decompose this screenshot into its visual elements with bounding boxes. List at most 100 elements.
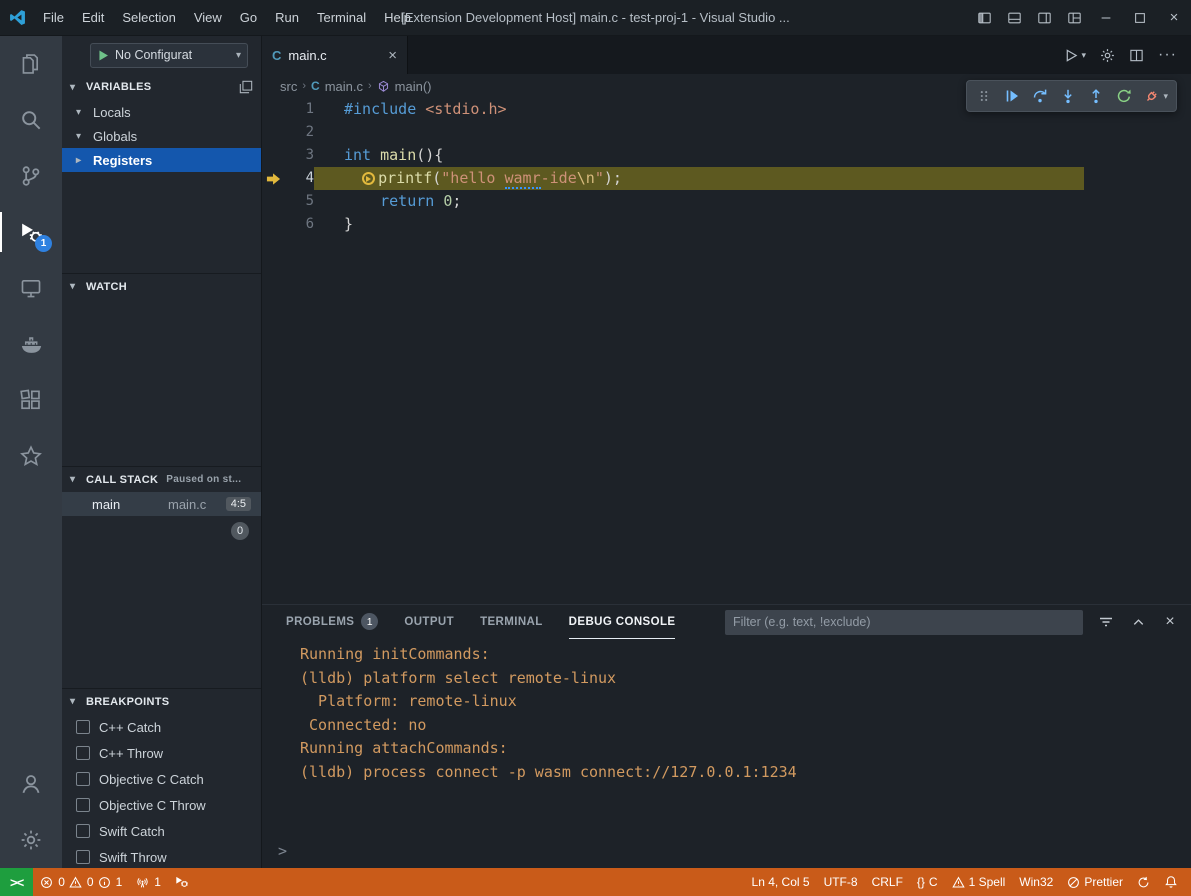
breakpoint-item[interactable]: Swift Catch <box>62 818 261 844</box>
continue-button[interactable] <box>999 83 1025 109</box>
disconnect-button[interactable] <box>1139 83 1165 109</box>
drag-handle-icon[interactable] <box>971 83 997 109</box>
formatter-status[interactable]: Prettier <box>1060 875 1130 889</box>
panel-tab-problems[interactable]: PROBLEMS1 <box>286 605 378 639</box>
menu-view[interactable]: View <box>185 0 231 36</box>
breadcrumb-file[interactable]: main.c <box>325 79 363 94</box>
breakpoint-checkbox[interactable] <box>76 824 90 838</box>
cursor-position[interactable]: Ln 4, Col 5 <box>745 875 817 889</box>
sync-status[interactable] <box>1130 876 1157 889</box>
variables-item-globals[interactable]: ▾Globals <box>62 124 261 148</box>
panel-tab-debug-console[interactable]: DEBUG CONSOLE <box>569 605 676 639</box>
breakpoint-checkbox[interactable] <box>76 850 90 864</box>
code-line-2[interactable]: 2 <box>262 121 1191 144</box>
breakpoint-checkbox[interactable] <box>76 720 90 734</box>
breakpoint-margin[interactable] <box>262 190 284 213</box>
panel-tab-output[interactable]: OUTPUT <box>404 605 454 639</box>
remote-explorer-icon[interactable] <box>0 260 62 316</box>
settings-gear-icon[interactable] <box>1100 48 1115 63</box>
call-stack-section-header[interactable]: ▾ CALL STACK Paused on st... <box>62 466 261 492</box>
breakpoint-item[interactable]: Objective C Catch <box>62 766 261 792</box>
filter-list-icon[interactable] <box>1095 611 1117 633</box>
language-mode[interactable]: {} C <box>910 875 945 889</box>
breakpoint-item[interactable]: C++ Throw <box>62 740 261 766</box>
menu-go[interactable]: Go <box>231 0 266 36</box>
breakpoint-margin[interactable] <box>262 98 284 121</box>
close-button[interactable]: × <box>1157 0 1191 35</box>
inline-breakpoint-marker-icon[interactable] <box>362 172 375 185</box>
run-and-debug-icon[interactable]: 1 <box>0 204 62 260</box>
close-panel-icon[interactable]: × <box>1159 611 1181 633</box>
breakpoint-checkbox[interactable] <box>76 746 90 760</box>
eol-indicator[interactable]: CRLF <box>865 875 910 889</box>
vscode-window: FileEditSelectionViewGoRunTerminalHelp [… <box>0 0 1191 896</box>
breadcrumb-symbol[interactable]: main() <box>395 79 432 94</box>
breakpoint-margin[interactable] <box>262 121 284 144</box>
platform-target[interactable]: Win32 <box>1012 875 1060 889</box>
step-over-button[interactable] <box>1027 83 1053 109</box>
split-editor-icon[interactable] <box>1129 48 1144 63</box>
breakpoint-checkbox[interactable] <box>76 798 90 812</box>
code-line-3[interactable]: 3int main(){ <box>262 144 1191 167</box>
code-line-4[interactable]: 4 printf("hello wamr-ide\n"); <box>262 167 1191 190</box>
launch-configuration-dropdown[interactable]: No Configurat ▾ <box>90 43 248 68</box>
chevron-down-icon[interactable]: ▾ <box>1163 91 1172 102</box>
minimize-button[interactable] <box>1089 0 1123 35</box>
run-or-debug-button[interactable]: ▾ <box>1064 48 1086 63</box>
tab-main-c[interactable]: C main.c × <box>262 36 408 74</box>
explorer-icon[interactable] <box>0 36 62 92</box>
menu-edit[interactable]: Edit <box>73 0 113 36</box>
debug-stopped-arrow-icon[interactable] <box>262 167 284 190</box>
step-into-button[interactable] <box>1055 83 1081 109</box>
console-line: (lldb) platform select remote-linux <box>300 667 1191 691</box>
toggle-secondary-sidebar-icon[interactable] <box>1029 0 1059 35</box>
code-editor[interactable]: 1#include <stdio.h>23int main(){4 printf… <box>262 98 1191 604</box>
variables-item-registers[interactable]: ▸Registers <box>62 148 261 172</box>
breakpoint-item[interactable]: Swift Throw <box>62 844 261 868</box>
encoding-indicator[interactable]: UTF-8 <box>817 875 865 889</box>
remote-indicator[interactable]: >< <box>0 868 33 896</box>
variables-section-header[interactable]: ▾ VARIABLES <box>62 74 261 100</box>
more-actions-icon[interactable]: ··· <box>1158 46 1177 64</box>
restart-button[interactable] <box>1111 83 1137 109</box>
breakpoint-margin[interactable] <box>262 144 284 167</box>
menu-terminal[interactable]: Terminal <box>308 0 375 36</box>
source-control-icon[interactable] <box>0 148 62 204</box>
maximize-panel-icon[interactable] <box>1127 611 1149 633</box>
code-line-6[interactable]: 6} <box>262 213 1191 236</box>
favorites-star-icon[interactable] <box>0 428 62 484</box>
breakpoint-item[interactable]: Objective C Throw <box>62 792 261 818</box>
debug-session-status[interactable] <box>168 868 196 896</box>
console-prompt[interactable]: > <box>278 842 287 860</box>
variables-section-action-icon[interactable] <box>239 80 253 94</box>
breakpoints-section-header[interactable]: ▾ BREAKPOINTS <box>62 688 261 714</box>
docker-icon[interactable] <box>0 316 62 372</box>
accounts-icon[interactable] <box>0 756 62 812</box>
notifications-bell-icon[interactable] <box>1157 875 1185 889</box>
breadcrumb-folder[interactable]: src <box>280 79 297 94</box>
console-filter-input[interactable] <box>725 610 1083 635</box>
problems-status[interactable]: 0 0 1 <box>33 868 129 896</box>
customize-layout-icon[interactable] <box>1059 0 1089 35</box>
spell-checker-status[interactable]: 1 Spell <box>945 875 1013 889</box>
breakpoint-margin[interactable] <box>262 213 284 236</box>
maximize-button[interactable] <box>1123 0 1157 35</box>
settings-gear-icon[interactable] <box>0 812 62 868</box>
variables-item-locals[interactable]: ▾Locals <box>62 100 261 124</box>
menu-file[interactable]: File <box>34 0 73 36</box>
breakpoint-item[interactable]: C++ Catch <box>62 714 261 740</box>
toggle-sidebar-icon[interactable] <box>969 0 999 35</box>
tab-close-icon[interactable]: × <box>388 48 397 63</box>
watch-section-header[interactable]: ▾ WATCH <box>62 273 261 299</box>
search-icon[interactable] <box>0 92 62 148</box>
step-out-button[interactable] <box>1083 83 1109 109</box>
call-stack-frame-row[interactable]: main main.c 4:5 <box>62 492 261 516</box>
extensions-icon[interactable] <box>0 372 62 428</box>
breakpoint-checkbox[interactable] <box>76 772 90 786</box>
menu-selection[interactable]: Selection <box>113 0 184 36</box>
code-line-5[interactable]: 5 return 0; <box>262 190 1191 213</box>
menu-run[interactable]: Run <box>266 0 308 36</box>
toggle-panel-icon[interactable] <box>999 0 1029 35</box>
panel-tab-terminal[interactable]: TERMINAL <box>480 605 543 639</box>
ports-status[interactable]: 1 <box>129 868 168 896</box>
